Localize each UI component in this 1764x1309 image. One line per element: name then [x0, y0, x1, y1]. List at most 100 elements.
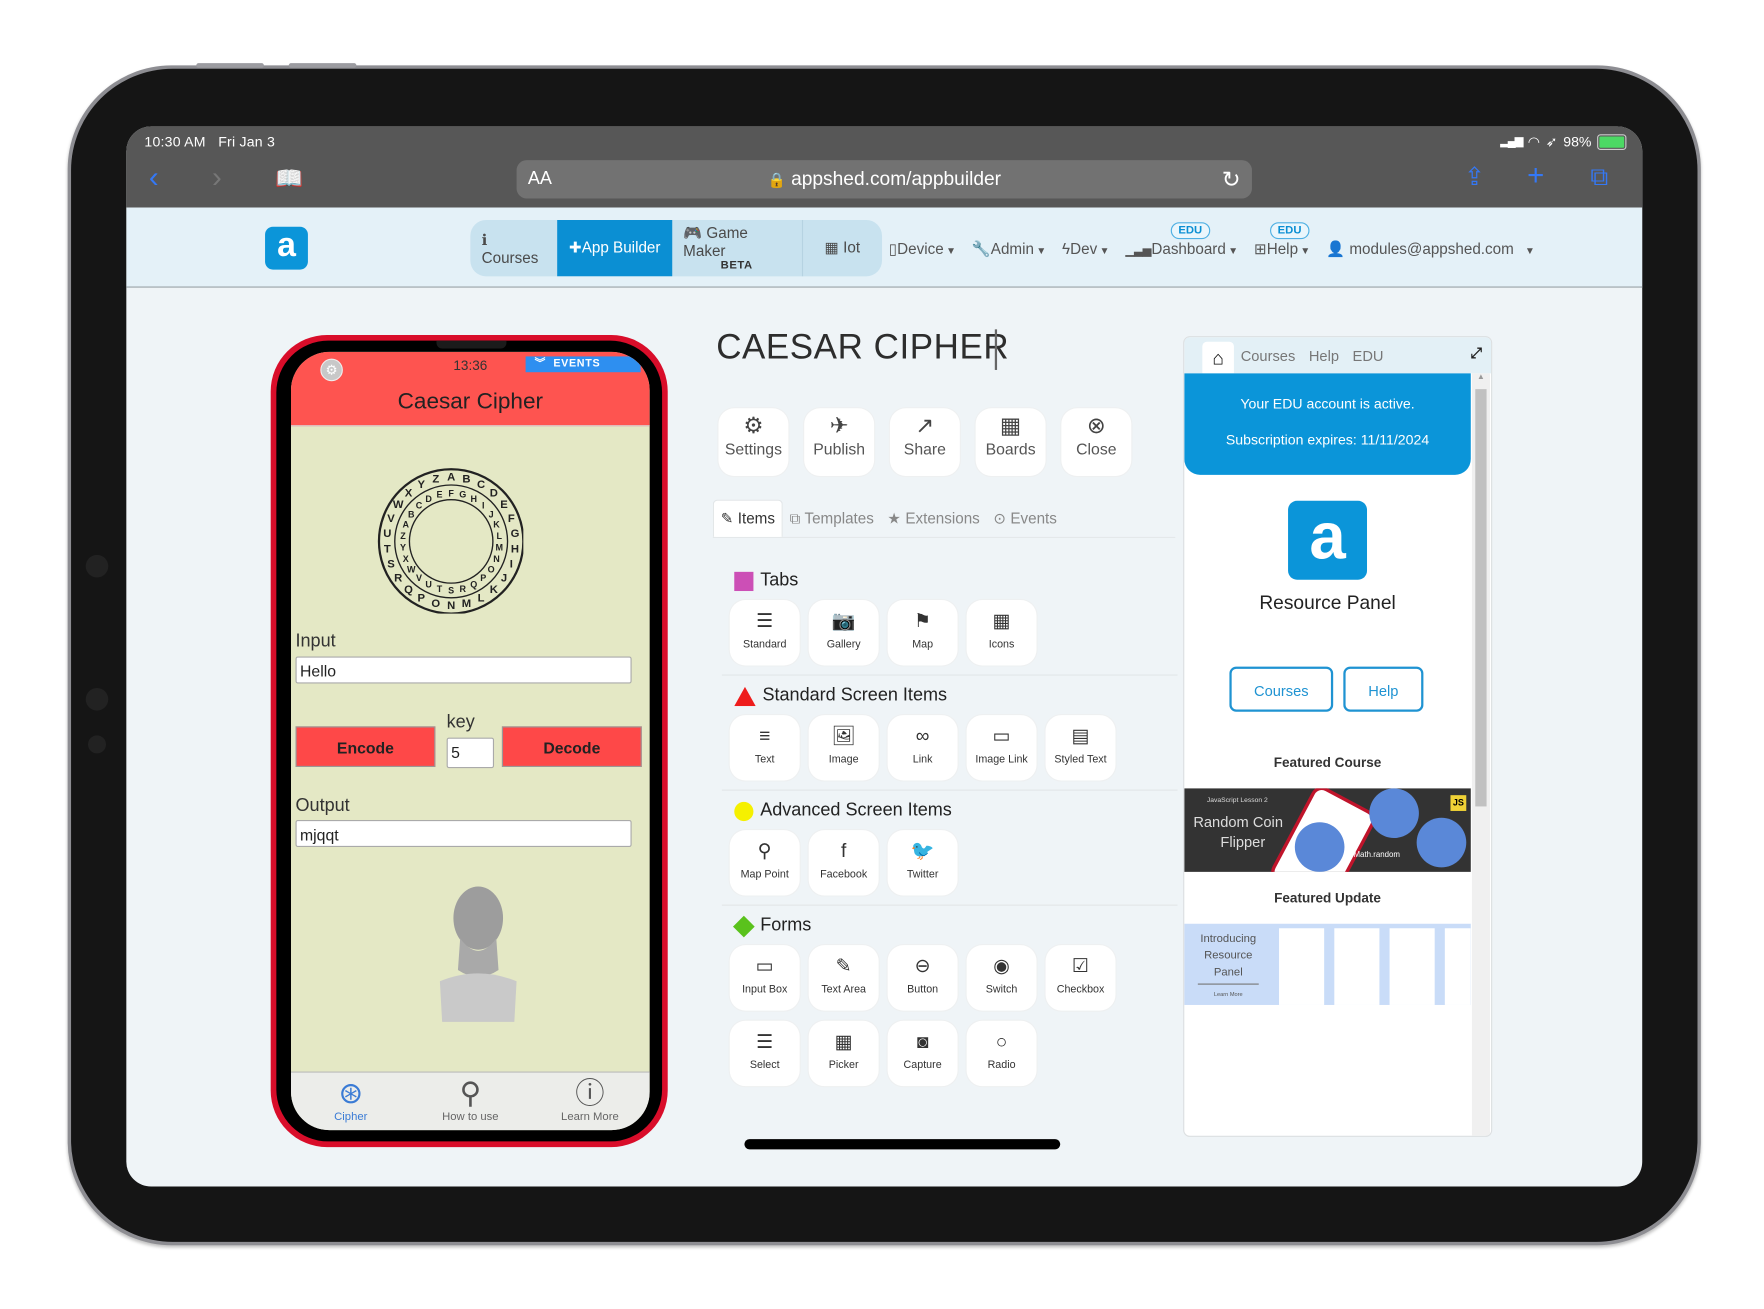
app-navbar: a ℹ Courses ✚App Builder 🎮 Game Maker BET…	[126, 207, 1643, 288]
share-button[interactable]: ↗ Share	[889, 408, 960, 476]
back-icon[interactable]: ‹	[149, 160, 159, 195]
item-text[interactable]: ≡ Text	[729, 715, 800, 781]
circle-icon	[734, 801, 754, 821]
item-label: Checkbox	[1056, 983, 1105, 996]
banner-line: Panel	[1213, 966, 1243, 980]
address-bar[interactable]: AA 🔒 appshed.com/appbuilder ↻	[516, 160, 1252, 199]
events-button[interactable]: ︾ EVENTS	[525, 356, 641, 373]
wheel-letter: N	[447, 600, 455, 612]
item-facebook[interactable]: f Facebook	[808, 830, 879, 896]
menu-admin[interactable]: 🔧Admin ▼	[972, 240, 1046, 258]
menu-dashboard[interactable]: EDU ▁▃▅Dashboard ▼	[1125, 222, 1238, 258]
rp-tab-courses[interactable]: Courses	[1241, 347, 1296, 364]
wheel-letter: X	[405, 488, 413, 500]
chip-icon: ▦	[824, 239, 839, 257]
scrollbar-thumb[interactable]	[1475, 389, 1487, 807]
item-label: Picker	[828, 1059, 859, 1072]
item-switch[interactable]: ◉ Switch	[966, 945, 1037, 1011]
standard-icon: ☰	[756, 610, 774, 632]
decode-button[interactable]: Decode	[501, 726, 642, 767]
reload-icon[interactable]: ↻	[1222, 166, 1241, 194]
cipher-output-field[interactable]: mjqqt	[295, 819, 632, 848]
help-icon: ⊞	[1253, 240, 1267, 258]
nav-game-maker[interactable]: 🎮 Game Maker BETA	[672, 219, 803, 277]
cipher-input-field[interactable]: Hello	[295, 656, 632, 684]
item-button[interactable]: ⊖ Button	[887, 945, 958, 1011]
banner-text: Introducing Resource Panel Learn More	[1191, 931, 1265, 1004]
scrollbar[interactable]: ▲	[1471, 373, 1490, 1136]
item-image[interactable]: 🖼 Image	[808, 715, 879, 781]
item-styled-text[interactable]: ▤ Styled Text	[1045, 715, 1116, 781]
item-map-point[interactable]: ⚲ Map Point	[729, 830, 800, 896]
banner-text: Random Coin	[1193, 813, 1283, 831]
item-image-link[interactable]: ▭ Image Link	[966, 715, 1037, 781]
wheel-letter: O	[431, 598, 440, 610]
item-radio[interactable]: ○ Radio	[966, 1020, 1037, 1087]
preview-header: ⚙ 13:36 ︾ EVENTS Caesar Cipher	[290, 351, 650, 427]
courses-button[interactable]: Courses	[1229, 666, 1334, 712]
item-checkbox[interactable]: ☑ Checkbox	[1045, 945, 1116, 1011]
menu-dev[interactable]: ϟDev ▼	[1062, 240, 1109, 258]
toolbar-label: Settings	[724, 439, 782, 458]
item-map[interactable]: ⚑ Map	[887, 600, 958, 666]
nav-courses[interactable]: ℹ Courses	[470, 220, 557, 276]
item-link[interactable]: ∞ Link	[887, 715, 958, 781]
plus-icon: ✚	[568, 239, 582, 257]
preview-tab-learn-more[interactable]: ⓘ Learn More	[530, 1075, 650, 1123]
tabs-icon[interactable]: ⧉	[1590, 162, 1608, 191]
tab-extensions[interactable]: ★ Extensions	[881, 501, 987, 537]
camera-dot	[85, 554, 109, 578]
item-label: Input Box	[742, 983, 788, 996]
rp-tab-edu[interactable]: EDU	[1353, 347, 1384, 364]
share-icon[interactable]: ⇪	[1464, 162, 1485, 191]
settings-button[interactable]: ⚙ Settings	[718, 408, 789, 476]
new-tab-icon[interactable]: +	[1527, 158, 1544, 193]
featured-course-banner[interactable]: JavaScript Lesson 2 Random Coin Flipper …	[1184, 788, 1471, 872]
menu-device[interactable]: ▯Device ▼	[889, 240, 956, 258]
bookmarks-icon[interactable]: 📖	[275, 165, 303, 193]
home-icon[interactable]: ⌂	[1202, 341, 1234, 374]
toolbar-label: Close	[1076, 439, 1117, 458]
tab-items[interactable]: ✎ Items	[712, 499, 783, 537]
item-picker[interactable]: ▦ Picker	[808, 1020, 879, 1087]
user-menu[interactable]: 👤 modules@appshed.com ▼	[1326, 240, 1535, 258]
url-text[interactable]: 🔒 appshed.com/appbuilder	[517, 168, 1252, 191]
item-text-area[interactable]: ✎ Text Area	[808, 945, 879, 1011]
expand-icon[interactable]: ⤢	[1470, 344, 1482, 362]
item-select[interactable]: ☰ Select	[729, 1020, 800, 1087]
item-capture[interactable]: ◙ Capture	[887, 1020, 958, 1087]
encode-button[interactable]: Encode	[295, 726, 436, 767]
wheel-letter: F	[448, 488, 454, 498]
menu-help[interactable]: EDU ⊞Help ▼	[1253, 222, 1310, 258]
nav-app-builder[interactable]: ✚App Builder	[557, 219, 672, 277]
user-icon: 👤	[1326, 240, 1346, 258]
nav-iot[interactable]: ▦ Iot	[803, 220, 882, 276]
wheel-letter: G	[511, 528, 520, 540]
help-button[interactable]: Help	[1343, 666, 1424, 712]
boards-button[interactable]: ▦ Boards	[975, 408, 1046, 476]
forward-icon[interactable]: ›	[212, 160, 222, 195]
featured-course-label: Featured Course	[1273, 754, 1382, 771]
screenshot-thumb	[1279, 928, 1325, 1005]
tab-label: How to use	[442, 1110, 499, 1124]
publish-button[interactable]: ✈ Publish	[804, 408, 875, 476]
events-label: EVENTS	[553, 357, 601, 370]
item-gallery[interactable]: 📷 Gallery	[808, 600, 879, 666]
item-standard[interactable]: ☰ Standard	[729, 600, 800, 666]
tab-templates[interactable]: ⧉ Templates	[783, 501, 881, 537]
app-title-field[interactable]: CAESAR CIPHER	[716, 327, 1009, 368]
appshed-logo[interactable]: a	[265, 226, 308, 270]
key-field[interactable]: 5	[446, 737, 495, 769]
item-twitter[interactable]: 🐦 Twitter	[887, 830, 958, 896]
wheel-letter: E	[500, 499, 508, 511]
item-input-box[interactable]: ▭ Input Box	[729, 945, 800, 1011]
featured-update-banner[interactable]: Introducing Resource Panel Learn More	[1184, 923, 1471, 1005]
preview-tab-cipher[interactable]: ⊛ Cipher	[291, 1075, 411, 1123]
select-icon: ☰	[756, 1030, 774, 1053]
close-button[interactable]: ⊗ Close	[1061, 408, 1132, 476]
item-icons[interactable]: ▦ Icons	[966, 600, 1037, 666]
preview-tab-how-to-use[interactable]: ⚲ How to use	[411, 1075, 531, 1123]
tab-events[interactable]: ⊙ Events	[987, 501, 1064, 537]
notice-line: Subscription expires: 11/11/2024	[1225, 431, 1430, 448]
rp-tab-help[interactable]: Help	[1309, 347, 1339, 364]
